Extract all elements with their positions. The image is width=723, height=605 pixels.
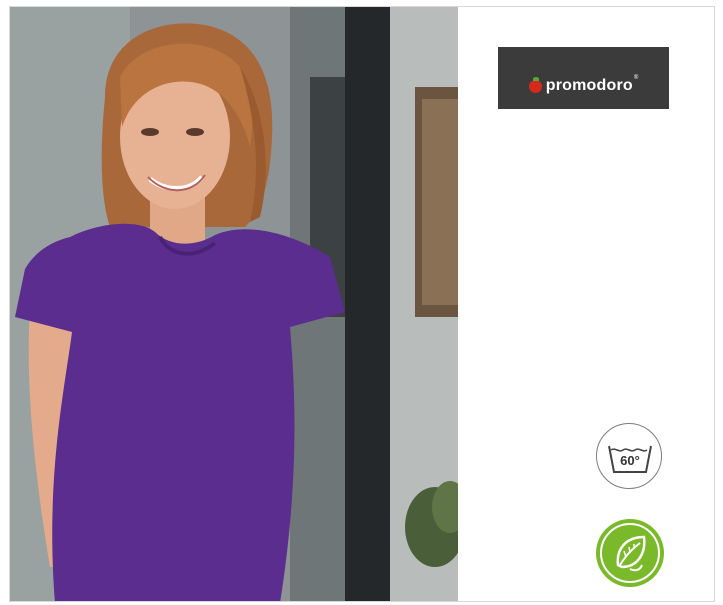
product-card: promodoro ® 60° xyxy=(9,6,715,602)
eco-leaf-icon xyxy=(596,519,664,587)
wash-60-icon: 60° xyxy=(596,423,662,489)
info-panel: promodoro ® 60° xyxy=(458,7,714,601)
wash-temperature-label: 60° xyxy=(620,453,640,468)
brand-name: promodoro xyxy=(545,77,633,94)
registered-mark: ® xyxy=(633,75,639,81)
product-photo xyxy=(10,7,458,601)
brand-logo: promodoro ® xyxy=(498,47,669,109)
tomato-icon xyxy=(528,76,542,93)
